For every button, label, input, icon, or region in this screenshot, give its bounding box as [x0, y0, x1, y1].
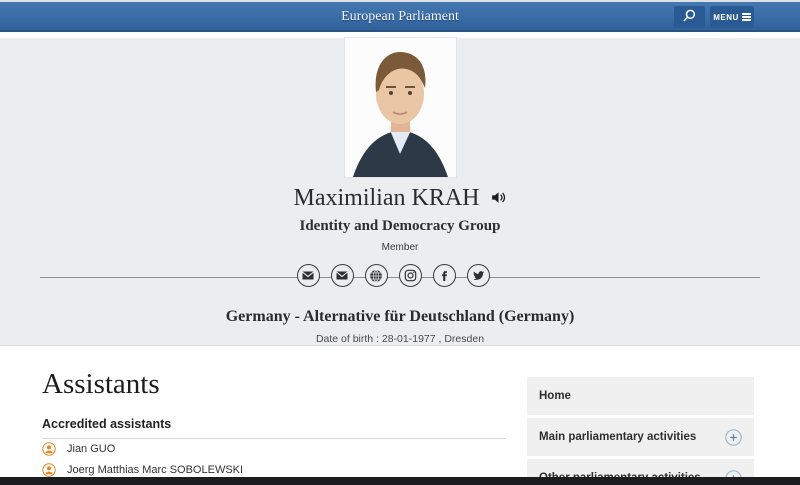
instagram-icon[interactable] — [399, 264, 422, 287]
person-icon — [42, 442, 56, 456]
section-rule — [42, 438, 506, 439]
sidebar-item-home[interactable]: Home — [527, 377, 754, 415]
accredited-assistants-heading: Accredited assistants — [42, 417, 506, 431]
profile-hero: Maximilian KRAH Identity and Democracy G… — [0, 38, 800, 346]
assistant-name: Jian GUO — [67, 443, 115, 455]
person-icon — [42, 463, 56, 477]
assistants-section: Assistants Accredited assistants Jian GU… — [42, 368, 506, 485]
assistant-row[interactable]: Joerg Matthias Marc SOBOLEWSKI — [42, 462, 506, 477]
menu-button-label: MENU — [713, 13, 739, 22]
country-party: Germany - Alternative für Deutschland (G… — [0, 308, 800, 326]
assistant-name: Joerg Matthias Marc SOBOLEWSKI — [67, 464, 243, 476]
social-links-row — [0, 264, 800, 291]
envelope-icon[interactable] — [297, 264, 320, 287]
facebook-icon[interactable] — [433, 264, 456, 287]
date-of-birth: Date of birth : 28-01-1977 , Dresden — [0, 333, 800, 345]
search-icon — [682, 8, 697, 26]
search-button[interactable] — [674, 6, 705, 28]
page-title: Assistants — [42, 368, 506, 401]
mep-portrait-photo — [345, 38, 456, 177]
assistant-row[interactable]: Jian GUO — [42, 441, 506, 456]
profile-nav-sidebar: HomeMain parliamentary activitiesOther p… — [527, 377, 754, 485]
expand-plus-icon[interactable] — [725, 429, 742, 446]
hamburger-icon — [742, 12, 751, 23]
menu-button[interactable]: MENU — [710, 6, 754, 28]
twitter-icon[interactable] — [467, 264, 490, 287]
member-role: Member — [0, 242, 800, 253]
mep-profile-page: European Parliament MENU — [0, 0, 800, 485]
mep-name: Maximilian KRAH — [294, 185, 480, 212]
header-buttons: MENU — [674, 6, 754, 28]
sidebar-item-label: Home — [539, 390, 571, 402]
political-group: Identity and Democracy Group — [0, 218, 800, 235]
speaker-icon[interactable] — [490, 189, 507, 211]
name-row: Maximilian KRAH — [0, 185, 800, 212]
social-icons — [0, 264, 793, 287]
content-area: Assistants Accredited assistants Jian GU… — [0, 346, 800, 485]
viewport-crop-bar — [0, 477, 800, 485]
site-header: European Parliament MENU — [0, 2, 800, 32]
sidebar-item-main-parliamentary-activities[interactable]: Main parliamentary activities — [527, 418, 754, 456]
globe-icon[interactable] — [365, 264, 388, 287]
envelope-icon[interactable] — [331, 264, 354, 287]
sidebar-item-label: Main parliamentary activities — [539, 431, 696, 443]
